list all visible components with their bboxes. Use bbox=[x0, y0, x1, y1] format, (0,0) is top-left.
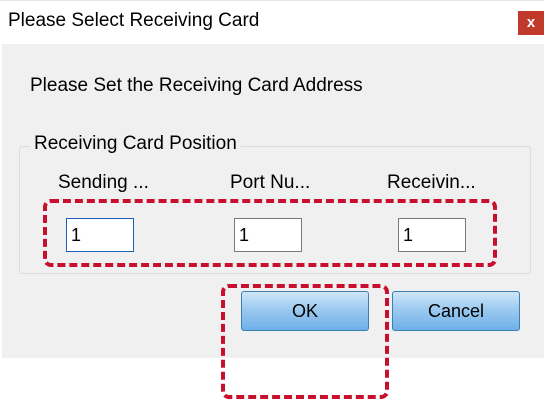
dialog-body: Please Set the Receiving Card Address Re… bbox=[0, 44, 544, 399]
sending-card-column-header: Sending ... bbox=[58, 172, 149, 193]
ok-highlight-box bbox=[221, 284, 389, 399]
receiving-card-column-header: Receivin... bbox=[387, 172, 476, 193]
cancel-button[interactable]: Cancel bbox=[392, 291, 520, 331]
input-highlight-box bbox=[43, 199, 497, 267]
prompt-text: Please Set the Receiving Card Address bbox=[30, 75, 363, 96]
close-icon: x bbox=[526, 14, 536, 31]
window-title: Please Select Receiving Card bbox=[8, 10, 260, 31]
port-number-column-header: Port Nu... bbox=[230, 172, 311, 193]
group-label: Receiving Card Position bbox=[30, 133, 241, 155]
title-bar: Please Select Receiving Card x bbox=[0, 0, 544, 44]
close-button[interactable]: x bbox=[518, 11, 544, 35]
